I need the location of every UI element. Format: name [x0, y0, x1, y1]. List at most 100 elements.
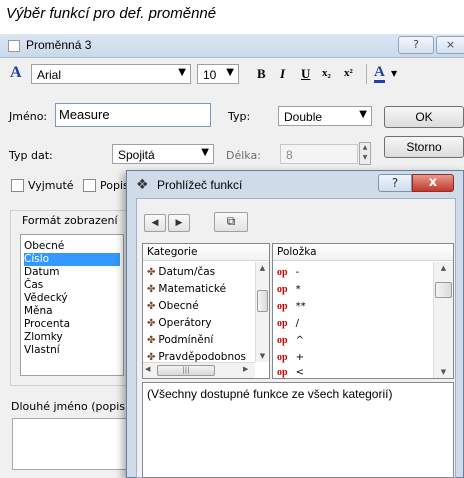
data-type-value: Spojitá	[118, 148, 155, 162]
excluded-checkbox[interactable]	[11, 179, 24, 192]
close-icon[interactable]: x	[412, 174, 454, 192]
op-tag: op	[277, 301, 288, 312]
list-item[interactable]: op *	[277, 281, 301, 298]
subscript-button[interactable]: x₂	[322, 67, 331, 79]
close-icon[interactable]: ×	[436, 36, 464, 54]
chevron-down-icon: ▼	[359, 109, 367, 120]
scroll-right-icon[interactable]: ▶	[243, 365, 248, 373]
dialog-app-icon	[8, 40, 20, 52]
op-symbol: *	[295, 284, 301, 295]
list-item[interactable]: op -	[277, 264, 299, 281]
scroll-thumb[interactable]	[257, 290, 268, 312]
list-item[interactable]: Vlastní	[24, 344, 120, 357]
category-icon: ✤	[147, 267, 156, 278]
forward-button[interactable]: ▶	[168, 214, 190, 232]
item-header: Položka	[273, 244, 453, 261]
chevron-down-icon: ▼	[178, 67, 186, 78]
excluded-label: Vyjmuté	[28, 179, 74, 192]
font-color-button[interactable]: A	[374, 64, 385, 83]
category-item-obecne[interactable]: ✤ Obecné	[147, 298, 199, 315]
popis-checkbox[interactable]	[83, 179, 96, 192]
type-select[interactable]: Double ▼	[278, 106, 372, 126]
list-item[interactable]: Čas	[24, 279, 120, 292]
font-size-select[interactable]: 10 ▼	[197, 64, 239, 84]
category-icon: ✤	[147, 318, 156, 329]
length-label: Délka:	[226, 149, 261, 162]
list-item[interactable]: op <	[277, 365, 304, 378]
description-box: (Všechny dostupné funkce ze všech katego…	[142, 382, 454, 478]
function-browser-title: Prohlížeč funkcí	[157, 178, 243, 192]
length-value: 8	[286, 148, 293, 162]
op-tag: op	[277, 318, 288, 329]
category-item-podmineni[interactable]: ✤ Podmínění	[147, 332, 213, 349]
category-label: Datum/čas	[158, 266, 216, 278]
item-panel: Položka op - op * op ** op / op ^ op + op < ▲ ▼	[272, 243, 454, 379]
category-hscrollbar[interactable]: ◀ ||| ▶	[143, 362, 255, 378]
bold-button[interactable]: B	[257, 66, 266, 82]
font-name-select[interactable]: Arial ▼	[31, 64, 191, 84]
font-icon: A	[10, 64, 22, 81]
list-item[interactable]: op +	[277, 349, 304, 366]
item-vscrollbar[interactable]: ▲ ▼	[433, 262, 453, 378]
category-item-operatory[interactable]: ✤ Operátory	[147, 315, 212, 332]
chevron-down-icon[interactable]: ▼	[391, 69, 397, 78]
scroll-up-icon[interactable]: ▲	[434, 262, 453, 274]
variable-dialog-title: Proměnná 3	[26, 38, 92, 52]
length-stepper[interactable]: ▲ ▼	[359, 142, 371, 165]
type-value: Double	[284, 110, 323, 124]
caption: Výběr funkcí pro def. proměnné	[6, 5, 217, 22]
op-symbol: /	[295, 318, 299, 329]
chevron-down-icon: ▼	[201, 147, 209, 158]
name-field[interactable]: Measure	[55, 103, 211, 127]
op-tag: op	[277, 335, 288, 346]
category-vscrollbar[interactable]: ▲ ▼	[255, 262, 269, 362]
category-item-matematicke[interactable]: ✤ Matematické	[147, 281, 226, 298]
long-name-field[interactable]	[12, 418, 132, 470]
category-icon: ✤	[147, 301, 156, 312]
back-button[interactable]: ◀	[144, 214, 166, 232]
list-item[interactable]: Datum	[24, 266, 120, 279]
category-icon: ✤	[147, 335, 156, 346]
category-label: Matematické	[158, 283, 227, 295]
op-symbol: ^	[295, 335, 304, 346]
copy-icon[interactable]: ⧉	[214, 212, 248, 232]
op-symbol: -	[295, 267, 300, 278]
superscript-button[interactable]: x²	[344, 67, 353, 79]
list-item[interactable]: Procenta	[24, 318, 120, 331]
list-item[interactable]: Vědecký	[24, 292, 120, 305]
category-header: Kategorie	[143, 244, 269, 261]
list-item[interactable]: Obecné	[24, 240, 120, 253]
function-browser-icon: ❖	[136, 177, 149, 193]
data-type-label: Typ dat:	[9, 149, 53, 162]
op-tag: op	[277, 367, 288, 378]
scroll-thumb[interactable]	[435, 282, 452, 298]
list-item[interactable]: op **	[277, 298, 306, 315]
format-group-label: Formát zobrazení	[20, 214, 120, 227]
font-size-value: 10	[203, 68, 217, 82]
cancel-button[interactable]: Storno	[384, 136, 464, 158]
ok-button[interactable]: OK	[384, 106, 464, 128]
scroll-down-icon[interactable]: ▼	[256, 350, 269, 362]
scroll-thumb[interactable]: |||	[157, 365, 215, 376]
category-item-datum[interactable]: ✤ Datum/čas	[147, 264, 215, 281]
list-item[interactable]: Zlomky	[24, 331, 120, 344]
list-item[interactable]: Měna	[24, 305, 120, 318]
scroll-down-icon[interactable]: ▼	[434, 366, 453, 378]
scroll-left-icon[interactable]: ◀	[145, 365, 150, 373]
list-item[interactable]: op /	[277, 315, 299, 332]
list-item[interactable]: op ^	[277, 332, 304, 349]
length-field[interactable]: 8	[280, 144, 358, 164]
list-item-selected[interactable]: Číslo	[24, 253, 120, 266]
italic-button[interactable]: I	[280, 66, 285, 82]
help-icon[interactable]: ?	[398, 36, 434, 54]
underline-button[interactable]: U	[301, 66, 310, 82]
font-name-value: Arial	[37, 68, 62, 82]
category-label: Obecné	[158, 300, 199, 312]
op-symbol: <	[295, 367, 304, 378]
data-type-select[interactable]: Spojitá ▼	[112, 144, 214, 164]
help-icon[interactable]: ?	[378, 174, 412, 192]
format-list[interactable]: Obecné Číslo Datum Čas Vědecký Měna Proc…	[20, 234, 124, 376]
type-label: Typ:	[228, 110, 251, 123]
scroll-up-icon[interactable]: ▲	[256, 262, 269, 274]
name-field-value: Measure	[59, 107, 110, 122]
